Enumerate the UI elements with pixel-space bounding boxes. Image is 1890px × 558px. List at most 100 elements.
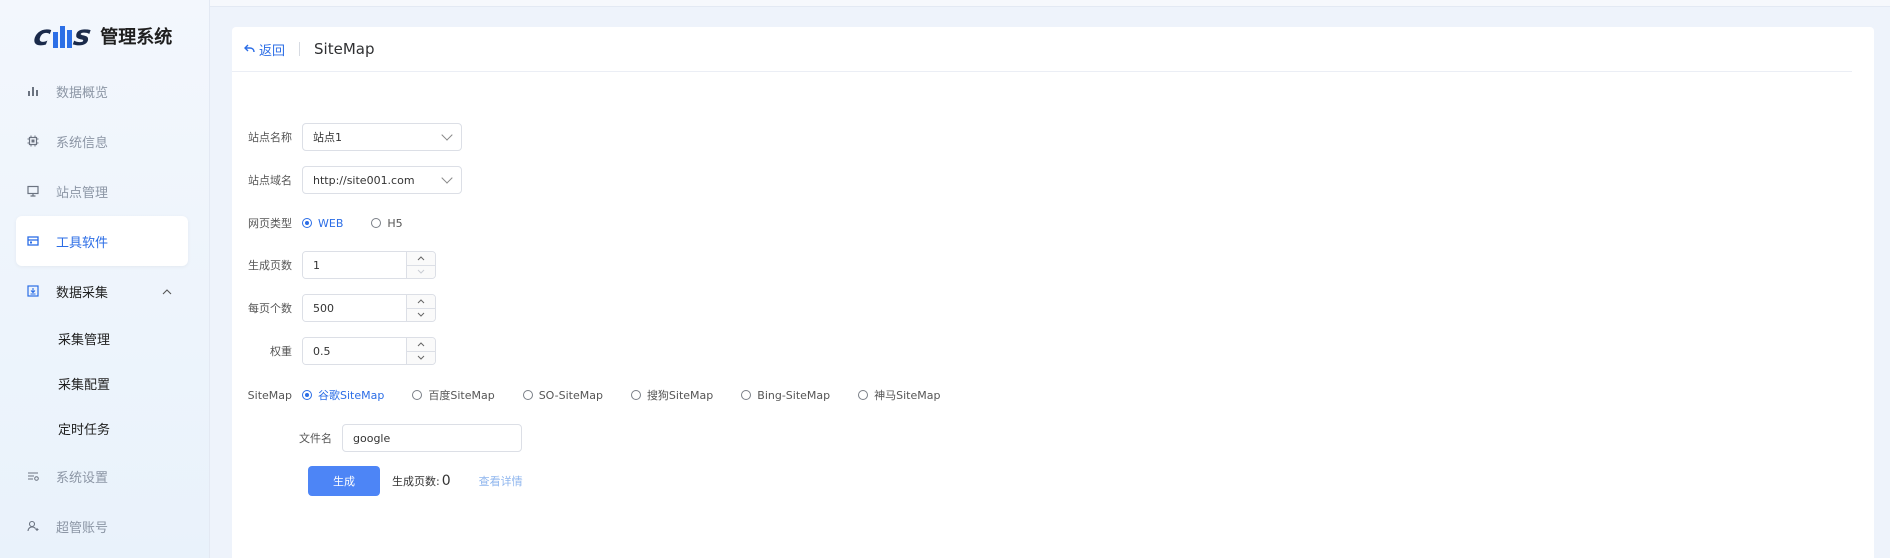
sitemap-radio-shenma[interactable]: 神马SiteMap xyxy=(858,387,940,403)
bar-chart-icon xyxy=(26,84,40,98)
sidebar-item-label: 数据概览 xyxy=(56,85,109,101)
main-panel: 返回 SiteMap 站点名称 站点1 站点域名 http://site001.… xyxy=(232,27,1874,558)
header-divider xyxy=(299,42,301,56)
sidebar-item-data-overview[interactable]: 数据概览 xyxy=(16,66,188,116)
gen-pages-stepper xyxy=(302,251,436,279)
cms-logo-mark: c s xyxy=(31,19,94,52)
sidebar-item-site-management[interactable]: 站点管理 xyxy=(16,166,188,216)
site-name-row: 站点名称 站点1 xyxy=(232,123,462,151)
site-domain-row: 站点域名 http://site001.com xyxy=(232,166,462,194)
sitemap-radio-sogou[interactable]: 搜狗SiteMap xyxy=(630,387,714,403)
radio-label: SO-SiteMap xyxy=(538,388,603,402)
filename-input[interactable] xyxy=(342,424,522,452)
sidebar-item-system-info[interactable]: 系统信息 xyxy=(16,116,188,166)
stepper-decrement-button[interactable] xyxy=(407,307,435,321)
radio-dot xyxy=(302,390,312,400)
chevron-up-icon[interactable] xyxy=(162,284,172,298)
stepper-increment-button[interactable] xyxy=(407,338,435,351)
chevron-down-icon xyxy=(441,172,453,184)
radio-dot xyxy=(302,218,312,228)
page-type-radio-h5[interactable]: H5 xyxy=(371,216,403,230)
radio-label: 谷歌SiteMap xyxy=(318,389,385,402)
toolbox-icon xyxy=(26,234,40,248)
filename-row: 文件名 xyxy=(286,424,522,452)
logo-text: 管理系统 xyxy=(100,27,173,48)
weight-row: 权重 xyxy=(232,337,436,365)
generate-row: 生成 生成页数: 0 查看详情 xyxy=(308,466,523,496)
gen-pages-row: 生成页数 xyxy=(232,251,436,279)
radio-dot xyxy=(522,390,533,400)
filename-label: 文件名 xyxy=(299,432,332,445)
page-type-radio-web[interactable]: WEB xyxy=(302,217,343,230)
sidebar-subitem-collect-management[interactable]: 采集管理 xyxy=(16,316,188,361)
stepper-decrement-button[interactable] xyxy=(407,350,435,364)
sitemap-radio-bing[interactable]: Bing-SiteMap xyxy=(741,389,830,402)
radio-dot xyxy=(630,390,641,400)
sitemap-radio-so[interactable]: SO-SiteMap xyxy=(522,388,603,402)
stepper-increment-button[interactable] xyxy=(407,252,435,265)
sidebar-item-system-settings[interactable]: 系统设置 xyxy=(16,451,188,501)
site-domain-label: 站点域名 xyxy=(248,174,292,187)
radio-label: 搜狗SiteMap xyxy=(646,389,714,402)
sidebar-item-tools[interactable]: 工具软件 xyxy=(16,216,188,266)
sidebar-item-super-admin[interactable]: 超管账号 xyxy=(16,501,188,551)
radio-dot xyxy=(858,390,869,400)
sidebar-item-data-collection[interactable]: 数据采集 xyxy=(16,266,188,316)
radio-label: 百度SiteMap xyxy=(428,389,495,402)
sidebar-item-label: 工具软件 xyxy=(56,235,109,251)
stepper-decrement-button[interactable] xyxy=(407,264,435,278)
site-name-value: 站点1 xyxy=(313,131,342,144)
logo: c s 管理系统 xyxy=(31,19,173,52)
chip-icon xyxy=(26,134,40,148)
settings-sliders-icon xyxy=(26,469,40,483)
page-title: SiteMap xyxy=(314,40,375,58)
sitemap-row: SiteMap 谷歌SiteMap 百度SiteMap SO-SiteMap 搜… xyxy=(232,387,968,403)
sidebar-item-label: 超管账号 xyxy=(56,520,109,536)
sitemap-label: SiteMap xyxy=(247,388,292,402)
radio-label: WEB xyxy=(318,216,344,230)
site-domain-select[interactable]: http://site001.com xyxy=(302,166,462,194)
back-link[interactable]: 返回 xyxy=(244,40,285,59)
site-domain-value: http://site001.com xyxy=(313,173,415,187)
view-detail-link[interactable]: 查看详情 xyxy=(479,473,523,489)
generated-count-label: 生成页数: xyxy=(392,475,440,488)
download-box-icon xyxy=(26,284,40,298)
sidebar-subitem-scheduled-tasks[interactable]: 定时任务 xyxy=(16,406,188,451)
chevron-down-icon xyxy=(441,129,453,141)
radio-dot xyxy=(741,390,752,400)
radio-label: 神马SiteMap xyxy=(874,389,941,402)
sidebar-item-label: 系统信息 xyxy=(56,135,109,151)
back-label: 返回 xyxy=(259,43,286,59)
weight-input[interactable] xyxy=(303,338,406,364)
stepper-increment-button[interactable] xyxy=(407,295,435,308)
per-page-label: 每页个数 xyxy=(248,302,292,315)
sitemap-radio-google[interactable]: 谷歌SiteMap xyxy=(302,387,384,403)
weight-stepper xyxy=(302,337,436,365)
per-page-input[interactable] xyxy=(303,295,406,321)
top-band xyxy=(210,0,1890,7)
panel-header: 返回 SiteMap xyxy=(232,27,1852,72)
sitemap-radio-baidu[interactable]: 百度SiteMap xyxy=(412,387,495,403)
gen-pages-label: 生成页数 xyxy=(248,259,292,272)
back-arrow-icon xyxy=(244,42,255,56)
user-icon xyxy=(26,519,40,533)
site-name-select[interactable]: 站点1 xyxy=(302,123,462,151)
page-type-radio-group: WEB H5 xyxy=(302,217,431,230)
per-page-row: 每页个数 xyxy=(232,294,436,322)
radio-dot xyxy=(412,390,423,400)
monitor-icon xyxy=(26,184,40,198)
sidebar-item-label: 站点管理 xyxy=(56,185,109,201)
sidebar-subitem-collect-config[interactable]: 采集配置 xyxy=(16,361,188,406)
sidebar-item-label: 系统设置 xyxy=(56,470,109,486)
page-type-row: 网页类型 WEB H5 xyxy=(232,215,431,231)
radio-label: H5 xyxy=(387,216,403,230)
generated-count-value: 0 xyxy=(441,473,451,489)
radio-dot xyxy=(371,218,382,228)
sidebar-item-label: 数据采集 xyxy=(56,285,109,301)
page-type-label: 网页类型 xyxy=(248,217,292,230)
sitemap-radio-group: 谷歌SiteMap 百度SiteMap SO-SiteMap 搜狗SiteMap… xyxy=(302,387,968,403)
site-name-label: 站点名称 xyxy=(248,131,292,144)
gen-pages-input[interactable] xyxy=(303,252,406,278)
radio-label: Bing-SiteMap xyxy=(757,388,831,402)
generate-button[interactable]: 生成 xyxy=(308,466,380,496)
